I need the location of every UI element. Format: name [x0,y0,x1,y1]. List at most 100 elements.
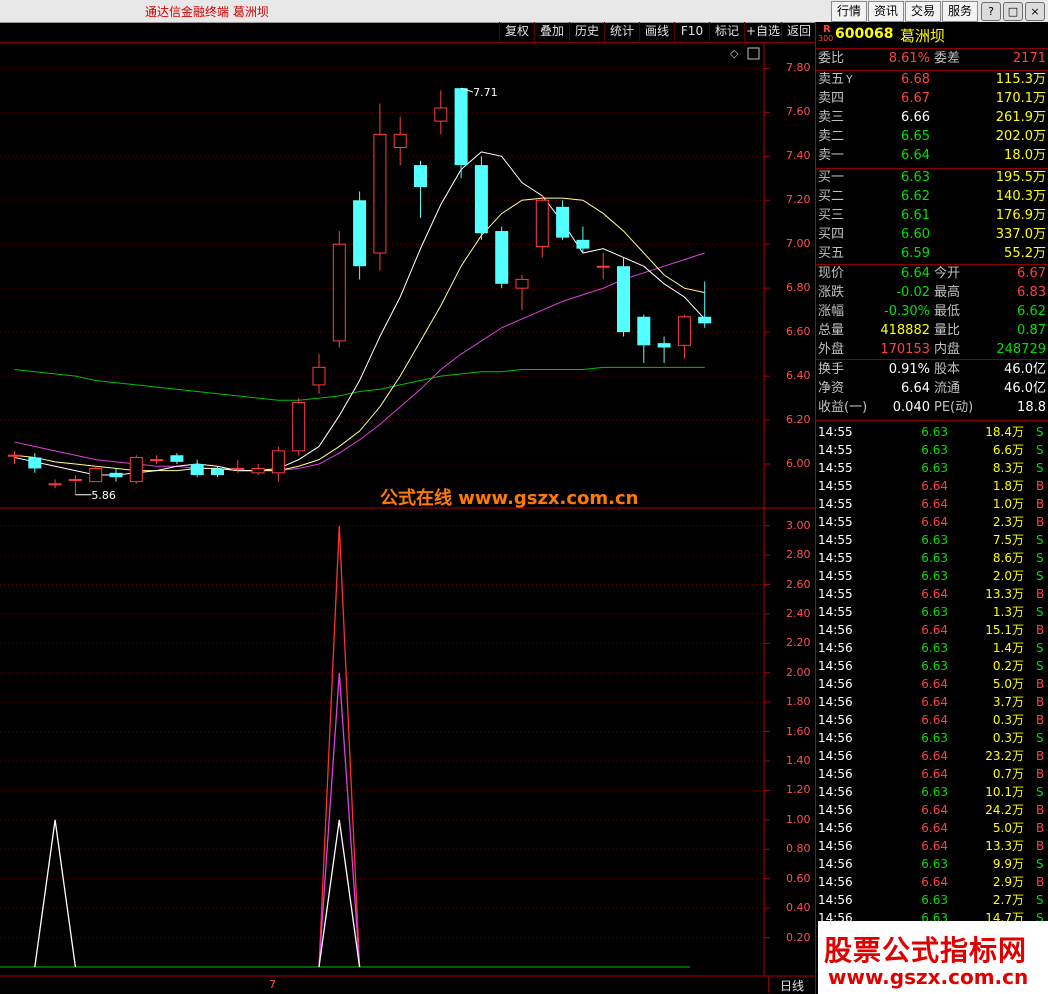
tick-time: 14:56 [818,695,853,709]
candle-body [373,133,387,254]
candle-body [657,343,671,348]
tick-side: B [1036,713,1045,727]
indicator-tick-label: 2.00 [786,665,811,679]
tick-time: 14:55 [818,569,853,583]
stat-label: 外盘 [818,342,845,357]
tick-volume: 0.3万 [992,731,1024,745]
order-volume: 176.9万 [995,208,1046,223]
top-button-trade[interactable]: 交易 [905,1,941,22]
tick-price: 6.64 [921,713,948,727]
price-tick-label: 6.40 [786,369,811,383]
stat-label: 量比 [934,323,961,338]
tick-time: 14:56 [818,677,853,691]
date-marker: 7 [269,978,276,991]
order-volume: 140.3万 [995,189,1046,204]
candle-body [292,401,306,452]
tick-time: 14:55 [818,461,853,475]
tick-time: 14:55 [818,497,853,511]
tick-time: 14:56 [818,641,853,655]
tick-side: S [1036,551,1044,565]
tick-time: 14:55 [818,515,853,529]
tick-side: S [1036,659,1044,673]
close-icon[interactable]: × [1025,2,1045,21]
price-tick-label: 6.20 [786,413,811,427]
square-icon [747,47,760,60]
tick-price: 6.63 [921,641,948,655]
stat-label: 最高 [934,285,961,300]
finance-label: PE(动) [934,400,974,415]
stat-label: 总量 [818,323,845,338]
tick-volume: 2.9万 [992,875,1024,889]
tick-price: 6.64 [921,803,948,817]
order-volume: 170.1万 [995,91,1046,106]
tick-volume: 5.0万 [992,821,1024,835]
stat-value: 248729 [996,342,1046,357]
tick-volume: 3.7万 [992,695,1024,709]
candle-body [617,266,630,333]
candle-body [576,239,590,249]
candlestick [332,231,346,348]
tick-time: 14:55 [818,479,853,493]
tick-price: 6.63 [921,443,948,457]
tick-price: 6.64 [921,479,948,493]
stat-label: 最低 [934,304,961,319]
candlestick [393,116,407,166]
candle-body [637,316,651,346]
candle-body [434,107,448,122]
finance-label: 换手 [818,362,845,377]
tick-side: B [1036,497,1045,511]
tick-volume: 15.1万 [985,623,1024,637]
top-button-quotes[interactable]: 行情 [831,1,867,22]
candle-body [312,366,326,386]
tick-side: S [1036,641,1044,655]
top-button-news[interactable]: 资讯 [868,1,904,22]
finance-value: 18.8 [1017,400,1046,415]
candle-body [393,133,407,149]
tick-side: B [1036,821,1045,835]
candlestick [414,160,427,218]
indicator-series-line [318,525,361,968]
order-label: 卖三 [818,110,845,125]
period-daily-button[interactable]: 日线 [768,977,815,993]
candle-body [474,165,488,234]
tick-time: 14:56 [818,767,853,781]
tick-time: 14:56 [818,857,853,871]
candlestick [454,88,468,179]
tick-price: 6.63 [921,533,948,547]
top-button-service[interactable]: 服务 [942,1,978,22]
order-price: 6.61 [901,208,930,223]
candlestick [129,455,143,484]
candlestick [535,195,549,258]
help-icon[interactable]: ? [981,2,1001,21]
tick-price: 6.64 [921,749,948,763]
candlestick [556,200,570,240]
indicator-tick-label: 0.80 [786,842,811,856]
tick-volume: 2.3万 [992,515,1024,529]
tick-price: 6.63 [921,785,948,799]
candle-body [211,468,224,476]
stat-value: 6.64 [901,266,930,281]
price-tick-label: 7.00 [786,237,811,251]
tick-side: S [1036,569,1044,583]
tick-time: 14:56 [818,803,853,817]
tick-time: 14:56 [818,839,853,853]
tick-price: 6.64 [921,515,948,529]
order-volume: 337.0万 [995,227,1046,242]
order-volume: 18.0万 [1004,148,1046,163]
tick-price: 6.64 [921,767,948,781]
tick-volume: 8.6万 [992,551,1024,565]
candlestick [292,398,306,456]
logo-url: www.gszx.com.cn [828,965,1029,989]
tick-side: B [1036,695,1045,709]
tick-time: 14:55 [818,605,853,619]
tick-side: S [1036,785,1044,799]
price-tick-label: 7.40 [786,149,811,163]
watermark: 公式在线 www.gszx.com.cn [380,488,639,509]
tick-list[interactable]: 14:55 6.63 18.4万 S 14:55 6.63 6.6万 S 14:55 6.63 8.… [816,423,1048,943]
tick-volume: 6.6万 [992,443,1024,457]
finance-value: 6.64 [901,381,930,396]
indicator-chart [0,525,690,968]
tick-side: B [1036,749,1045,763]
restore-icon[interactable]: □ [1003,2,1023,21]
tick-volume: 7.5万 [992,533,1024,547]
